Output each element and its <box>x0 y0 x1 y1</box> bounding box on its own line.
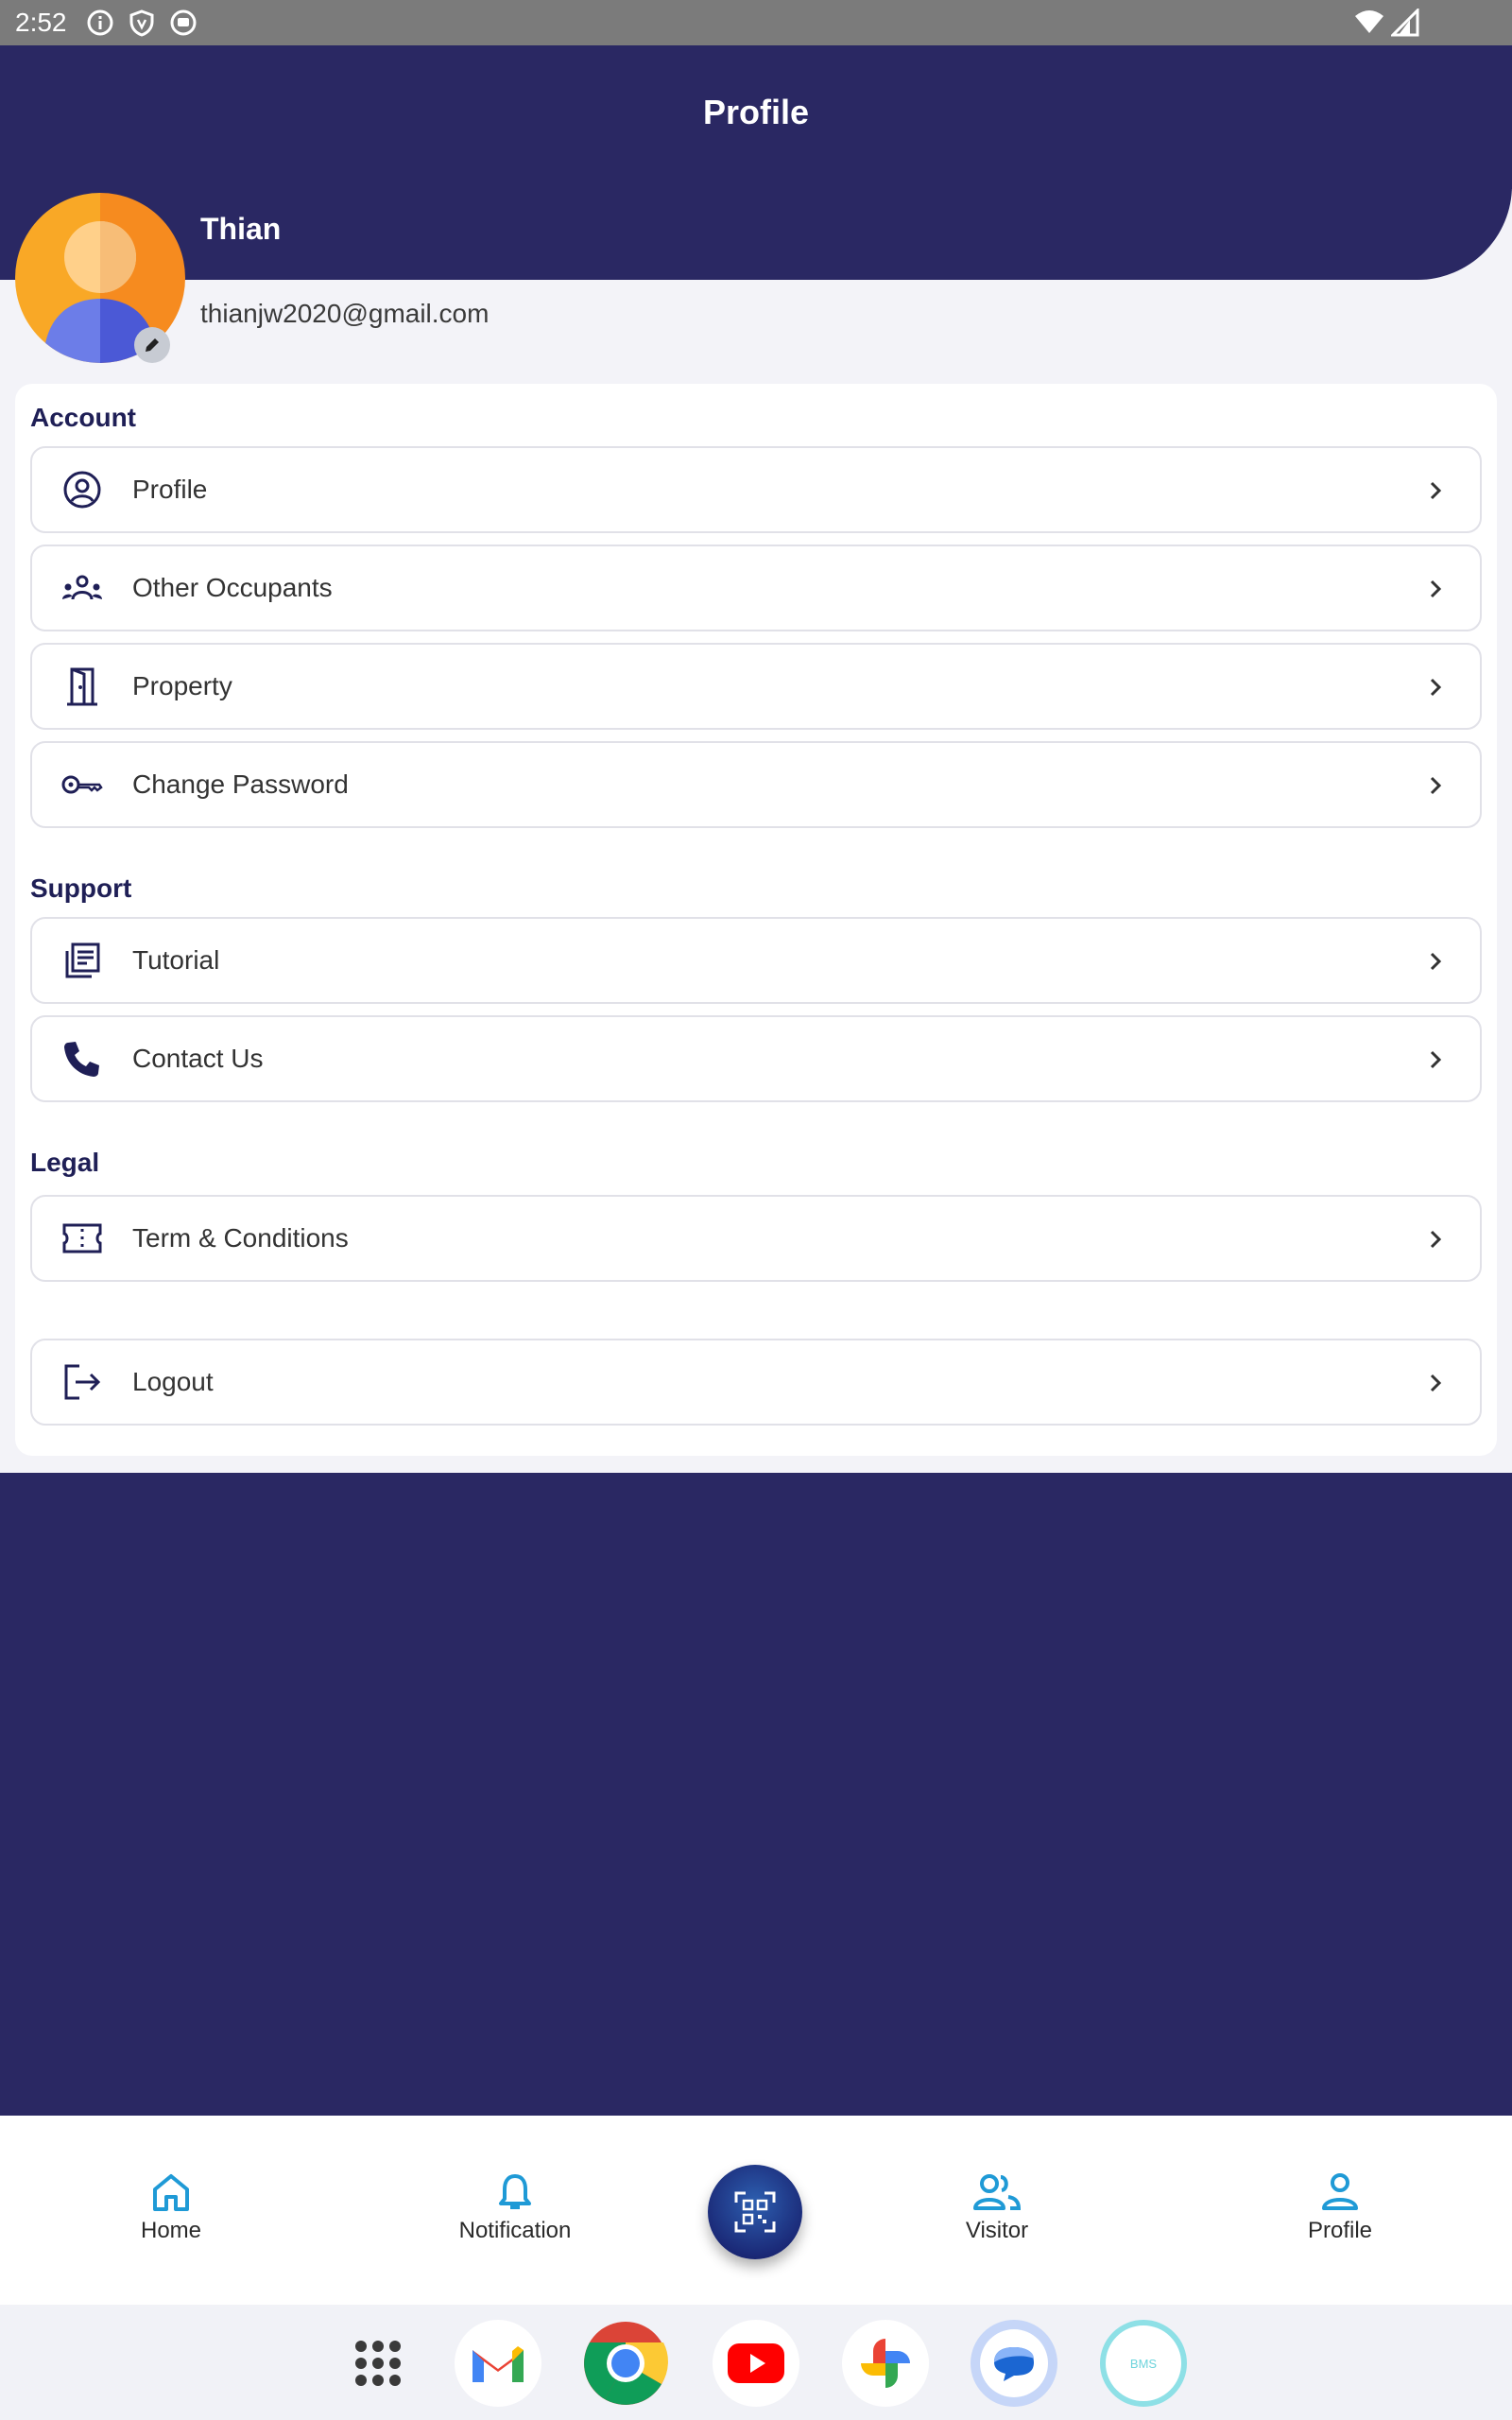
row-term-conditions[interactable]: Term & Conditions <box>30 1195 1482 1282</box>
pencil-icon <box>146 338 159 352</box>
row-label: Logout <box>132 1367 214 1396</box>
qr-scan-icon <box>734 2191 776 2233</box>
chevron-right-icon <box>1430 1230 1442 1249</box>
nav-label: Home <box>140 2218 202 2243</box>
nav-notification[interactable]: Notification <box>421 2172 610 2244</box>
home-icon <box>153 2174 189 2211</box>
qr-scan-button[interactable] <box>708 2165 802 2259</box>
row-label: Property <box>132 671 232 700</box>
row-label: Profile <box>132 475 208 504</box>
edit-avatar-button[interactable] <box>134 327 170 363</box>
row-profile[interactable]: Profile <box>30 446 1482 533</box>
row-logout[interactable]: Logout <box>30 1339 1482 1426</box>
row-change-password[interactable]: Change Password <box>30 741 1482 828</box>
gmail-app[interactable] <box>455 2320 541 2407</box>
chevron-right-icon <box>1430 952 1442 971</box>
visitor-icon <box>973 2174 1022 2210</box>
sync-icon <box>170 9 196 36</box>
shield-icon <box>129 9 153 37</box>
group-icon <box>62 575 102 600</box>
user-circle-icon <box>63 471 101 509</box>
logout-icon <box>64 1364 101 1400</box>
app-drawer-icon <box>355 2341 401 2386</box>
bms-app-label: BMS <box>1130 2357 1158 2371</box>
section-title-account: Account <box>30 403 136 432</box>
person-icon <box>1322 2173 1358 2210</box>
row-property[interactable]: Property <box>30 643 1482 730</box>
row-tutorial[interactable]: Tutorial <box>30 917 1482 1004</box>
door-icon <box>67 667 97 706</box>
chrome-icon <box>584 2322 668 2405</box>
row-label: Term & Conditions <box>132 1223 349 1253</box>
app-drawer-button[interactable] <box>335 2320 421 2407</box>
info-icon <box>87 9 112 36</box>
photos-app[interactable] <box>842 2320 929 2407</box>
youtube-icon <box>728 2343 784 2383</box>
chevron-right-icon <box>1430 678 1442 697</box>
ticket-icon <box>62 1223 102 1253</box>
status-bar: 2:52 <box>0 0 1512 45</box>
messages-icon <box>980 2329 1048 2397</box>
page-title: Profile <box>702 93 810 131</box>
settings-card: Account Profile Other Occupants Property… <box>15 384 1497 1456</box>
nav-home[interactable]: Home <box>77 2172 266 2244</box>
row-label: Change Password <box>132 769 349 799</box>
bell-icon <box>499 2174 531 2209</box>
photos-icon <box>861 2339 910 2388</box>
row-other-occupants[interactable]: Other Occupants <box>30 544 1482 631</box>
key-icon <box>61 775 103 794</box>
bms-app[interactable]: BMS <box>1100 2320 1187 2407</box>
phone-icon <box>64 1042 99 1077</box>
row-label: Tutorial <box>132 945 220 975</box>
chevron-right-icon <box>1430 481 1442 500</box>
section-title-legal: Legal <box>30 1148 100 1177</box>
nav-visitor[interactable]: Visitor <box>902 2172 1091 2244</box>
nav-label: Visitor <box>965 2218 1029 2243</box>
status-time: 2:52 <box>15 8 67 37</box>
chevron-right-icon <box>1430 1374 1442 1392</box>
nav-label: Notification <box>458 2218 572 2243</box>
gmail-icon <box>472 2346 524 2382</box>
user-name: Thian <box>200 212 282 246</box>
chevron-right-icon <box>1430 579 1442 598</box>
signal-icon <box>1391 9 1419 37</box>
bottom-nav: Home Notification Visitor Profile <box>0 2116 1512 2305</box>
row-label: Contact Us <box>132 1044 264 1073</box>
messages-app[interactable] <box>971 2320 1057 2407</box>
user-email: thianjw2020@gmail.com <box>200 299 490 328</box>
youtube-app[interactable] <box>713 2320 799 2407</box>
nav-profile[interactable]: Profile <box>1246 2172 1435 2244</box>
document-icon <box>65 942 100 978</box>
chrome-app[interactable] <box>582 2320 669 2407</box>
row-label: Other Occupants <box>132 573 333 602</box>
chevron-right-icon <box>1430 1050 1442 1069</box>
bms-app-icon: BMS <box>1130 2357 1158 2371</box>
wifi-icon <box>1355 10 1383 33</box>
row-contact-us[interactable]: Contact Us <box>30 1015 1482 1102</box>
nav-label: Profile <box>1307 2218 1373 2243</box>
app-dock: BMS <box>0 2305 1512 2420</box>
chevron-right-icon <box>1430 776 1442 795</box>
section-title-support: Support <box>30 873 132 903</box>
